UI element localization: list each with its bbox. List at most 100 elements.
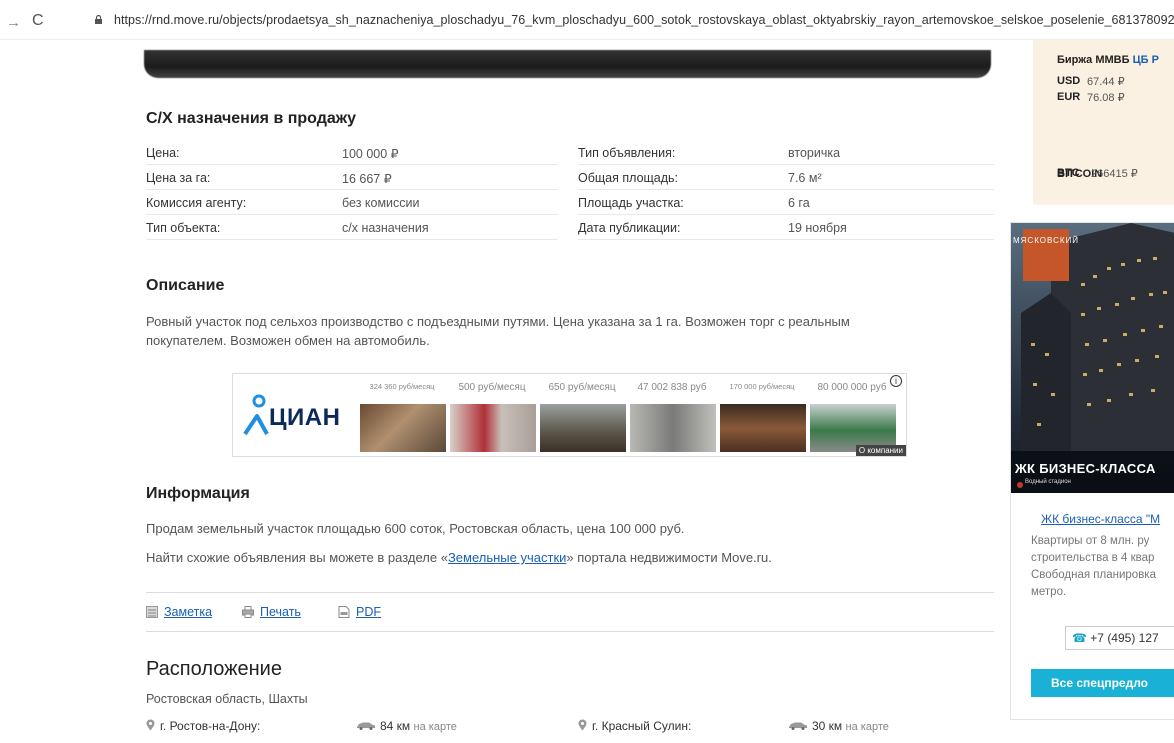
listing-title: С/Х назначения в продажу: [146, 110, 357, 127]
ad-price: 170 000 руб/месяц: [729, 382, 795, 391]
param-row: Общая площадь: 7.6 м²: [578, 165, 994, 190]
ad-photo: [540, 404, 626, 452]
similar-text-before: Найти схожие объявления вы можете в разд…: [146, 550, 448, 565]
ad-tile[interactable]: 324 360 руб/месяц: [357, 374, 447, 456]
param-label: Площадь участка:: [578, 196, 684, 210]
ad-price: 80 000 000 руб: [817, 382, 887, 393]
distance-city: г. Ростов-на-Дону:: [160, 719, 261, 733]
pdf-icon: [338, 606, 350, 618]
pin-icon: [146, 719, 155, 731]
side-ad[interactable]: МЯСКОВСКИЙ ЖК БИЗНЕС-КЛАССА Водный стади…: [1010, 222, 1174, 720]
pin-icon: [578, 719, 587, 731]
param-row: Цена: 100 000 ₽: [146, 140, 558, 165]
ad-photo: [450, 404, 536, 452]
listing-photo[interactable]: [144, 50, 991, 78]
ad-info-icon[interactable]: i: [890, 375, 902, 387]
eur-code: EUR: [1057, 91, 1081, 103]
location-title: Расположение: [146, 658, 282, 680]
usd-code: USD: [1057, 75, 1081, 87]
cian-logo[interactable]: ЦИАН: [233, 374, 357, 456]
on-map-link[interactable]: на карте: [846, 721, 889, 733]
btc-rate: 266415 ₽: [1091, 168, 1138, 180]
forward-arrow-icon[interactable]: →: [6, 14, 21, 31]
pdf-link[interactable]: PDF: [356, 605, 381, 619]
cb-tab[interactable]: ЦБ Р: [1133, 54, 1159, 66]
param-value: 19 ноября: [788, 221, 847, 235]
note-link[interactable]: Заметка: [164, 605, 212, 619]
information-title: Информация: [146, 485, 250, 502]
browser-toolbar: → C https://rnd.move.ru/objects/prodaets…: [0, 0, 1174, 40]
cian-ad-banner[interactable]: ЦИАН 324 360 руб/месяц 500 руб/месяц 650…: [232, 373, 907, 457]
ad-tile[interactable]: 47 002 838 руб: [627, 374, 717, 456]
location-region: Ростовская область, Шахты: [146, 692, 308, 706]
side-ad-desc-line: метро.: [1031, 586, 1067, 598]
param-row: Дата публикации: 19 ноября: [578, 215, 994, 240]
side-ad-description: Квартиры от 8 млн. ру строительства в 4 …: [1031, 533, 1174, 601]
ad-about-company-link[interactable]: О компании: [855, 445, 906, 456]
phone-icon: ☎: [1072, 631, 1087, 645]
lock-icon: [95, 15, 102, 24]
eur-rate: 76.08 ₽: [1087, 92, 1125, 104]
car-icon: [789, 722, 807, 730]
param-row: Цена за га: 16 667 ₽: [146, 165, 558, 190]
param-row: Площадь участка: 6 га: [578, 190, 994, 215]
ad-tile[interactable]: 170 000 руб/месяц: [717, 374, 807, 456]
side-ad-title: ЖК БИЗНЕС-КЛАССА: [1015, 461, 1156, 476]
side-ad-link[interactable]: ЖК бизнес-класса "М: [1041, 512, 1160, 526]
side-ad-phone-number: +7 (495) 127: [1090, 631, 1159, 645]
param-value: 100 000 ₽: [342, 147, 399, 161]
ad-tile[interactable]: 500 руб/месяц: [447, 374, 537, 456]
param-value: 16 667 ₽: [342, 172, 392, 186]
on-map-link[interactable]: на карте: [414, 721, 457, 733]
btc-code: BTC: [1057, 167, 1080, 179]
rates-header: Биржа ММВБ ЦБ Р: [1057, 54, 1159, 66]
similar-text-after: » портала недвижимости Move.ru.: [566, 550, 772, 565]
distance-km: 84 км: [380, 719, 411, 733]
side-ad-desc-line: Свободная планировка: [1031, 569, 1156, 581]
side-ad-desc-line: строительства в 4 квар: [1031, 552, 1155, 564]
exchange-label: Биржа ММВБ: [1057, 54, 1130, 66]
ad-tile[interactable]: 650 руб/месяц: [537, 374, 627, 456]
ad-price: 324 360 руб/месяц: [369, 382, 435, 391]
param-label: Общая площадь:: [578, 171, 679, 185]
side-ad-offers-button[interactable]: Все спецпредло: [1031, 669, 1174, 697]
param-value: вторичка: [788, 146, 841, 160]
ad-price: 47 002 838 руб: [637, 382, 707, 393]
reload-icon[interactable]: C: [32, 12, 44, 30]
param-label: Тип объекта:: [146, 221, 221, 235]
param-row: Комиссия агенту: без комиссии: [146, 190, 558, 215]
param-value: 6 га: [788, 196, 810, 210]
side-ad-phone-button[interactable]: ☎ +7 (495) 127: [1065, 626, 1174, 650]
param-row: Тип объявления: вторичка: [578, 140, 994, 165]
side-ad-image[interactable]: МЯСКОВСКИЙ: [1011, 223, 1174, 493]
print-link[interactable]: Печать: [260, 605, 301, 619]
param-label: Комиссия агенту:: [146, 196, 247, 210]
param-row: Тип объекта: с/х назначения: [146, 215, 558, 240]
param-value: без комиссии: [342, 196, 420, 210]
param-label: Цена за га:: [146, 171, 211, 185]
ad-price: 500 руб/месяц: [458, 382, 526, 393]
cian-logo-text: ЦИАН: [269, 404, 341, 431]
ad-tile[interactable]: 80 000 000 руб: [807, 374, 897, 456]
ad-price: 650 руб/месяц: [548, 382, 616, 393]
param-label: Дата публикации:: [578, 221, 681, 235]
car-icon: [357, 722, 375, 730]
ad-photo: [720, 404, 806, 452]
description-title: Описание: [146, 277, 225, 294]
listing-actions: Заметка Печать PDF: [146, 592, 994, 632]
side-ad-metro: Водный стадион: [1025, 479, 1071, 485]
print-icon: [242, 606, 254, 618]
usd-rate: 67.44 ₽: [1087, 76, 1125, 88]
param-label: Цена:: [146, 146, 180, 160]
land-plots-link[interactable]: Земельные участки: [448, 550, 566, 565]
ad-photo: [630, 404, 716, 452]
address-bar[interactable]: https://rnd.move.ru/objects/prodaetsya_s…: [86, 10, 1174, 32]
distance-km: 30 км: [812, 719, 843, 733]
param-value: с/х назначения: [342, 221, 429, 235]
cian-pin-icon: [243, 394, 269, 436]
url-text[interactable]: https://rnd.move.ru/objects/prodaetsya_s…: [114, 13, 1174, 27]
distance-value: 84 км на карте: [380, 719, 457, 733]
similar-listings-text: Найти схожие объявления вы можете в разд…: [146, 550, 772, 565]
side-ad-desc-line: Квартиры от 8 млн. ру: [1031, 535, 1150, 547]
description-text: Ровный участок под сельхоз производство …: [146, 314, 850, 348]
